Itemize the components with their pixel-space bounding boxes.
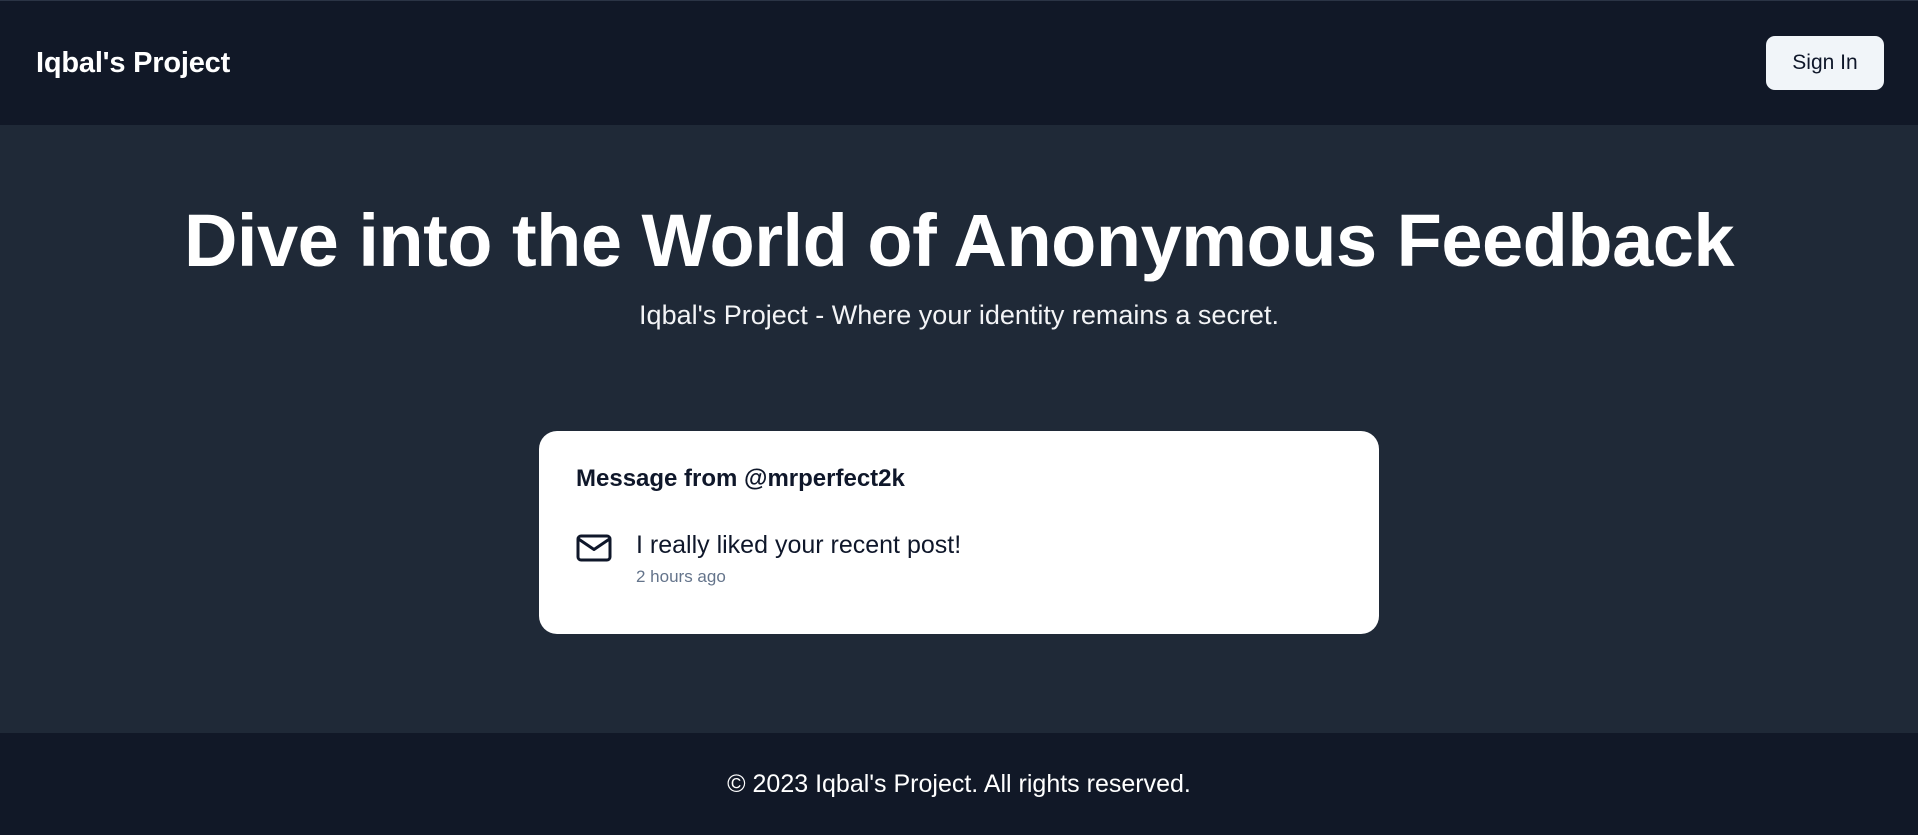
hero-title: Dive into the World of Anonymous Feedbac… bbox=[183, 199, 1735, 282]
message-card: Message from @mrperfect2k I really liked… bbox=[539, 430, 1379, 634]
brand-logo-text[interactable]: Iqbal's Project bbox=[36, 47, 230, 80]
main-content: Dive into the World of Anonymous Feedbac… bbox=[0, 125, 1918, 733]
message-row: I really liked your recent post! 2 hours… bbox=[576, 531, 1342, 587]
message-timestamp: 2 hours ago bbox=[636, 566, 726, 586]
message-body: I really liked your recent post! 2 hours… bbox=[636, 531, 961, 587]
message-card-title: Message from @mrperfect2k bbox=[576, 464, 905, 492]
navbar: Iqbal's Project Sign In bbox=[0, 0, 1918, 125]
footer-copyright: © 2023 Iqbal's Project. All rights reser… bbox=[727, 769, 1191, 798]
sign-in-button[interactable]: Sign In bbox=[1766, 36, 1884, 90]
hero-subtitle: Iqbal's Project - Where your identity re… bbox=[639, 299, 1279, 330]
mail-icon bbox=[576, 534, 612, 562]
footer: © 2023 Iqbal's Project. All rights reser… bbox=[0, 733, 1918, 835]
message-text: I really liked your recent post! bbox=[636, 530, 962, 559]
